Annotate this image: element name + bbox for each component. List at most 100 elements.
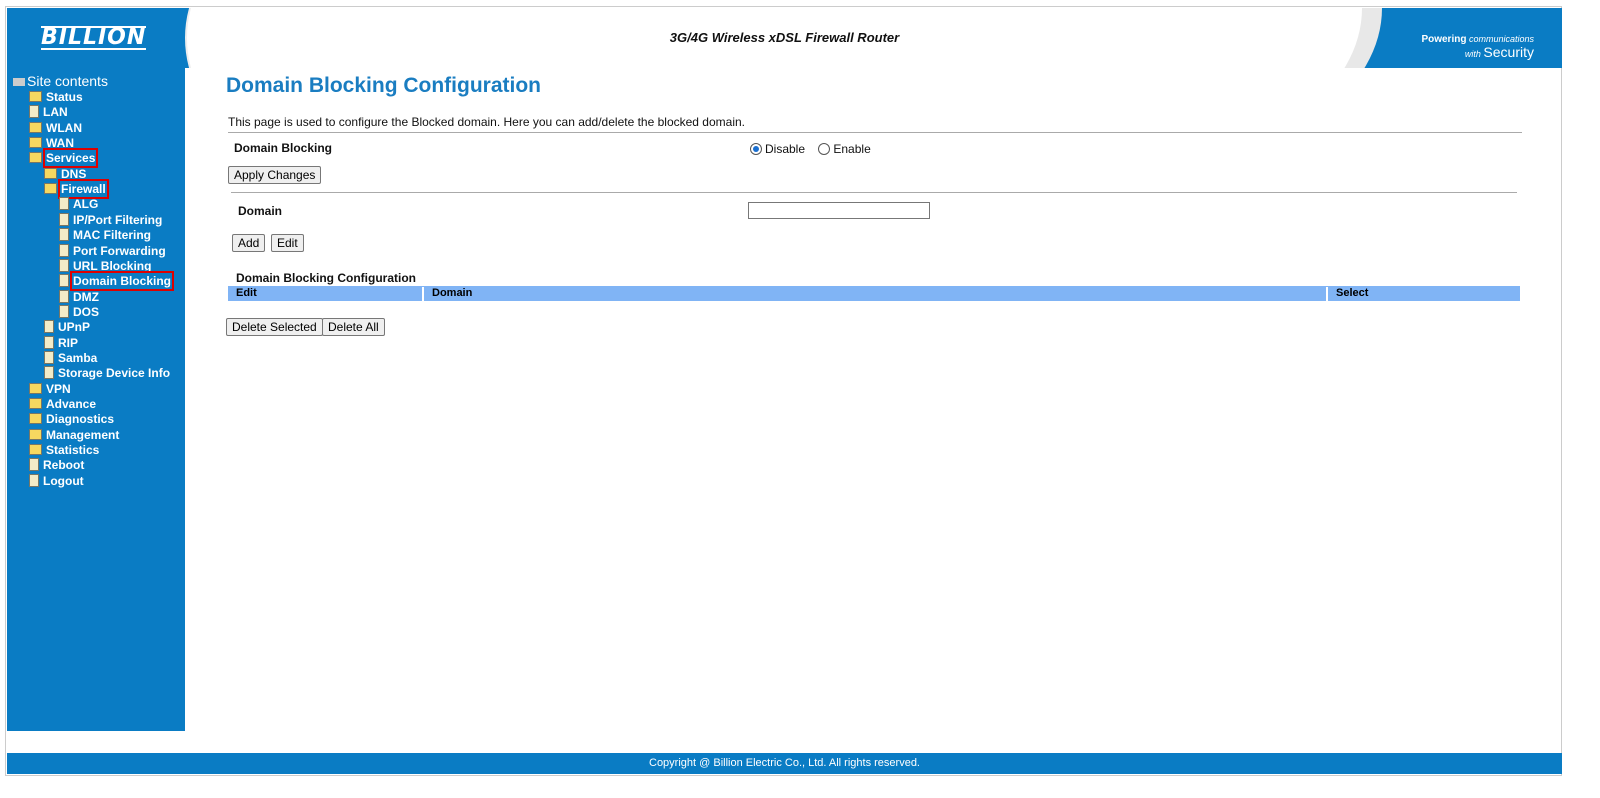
enable-radio[interactable]: Enable — [818, 142, 871, 156]
table-header: Edit Domain Select — [228, 286, 1520, 301]
sidebar-item-label: WLAN — [46, 120, 82, 135]
page-icon — [59, 228, 69, 242]
folder-icon — [29, 91, 42, 102]
page-icon — [44, 366, 54, 380]
sidebar-item-diagnostics[interactable]: Diagnostics — [29, 412, 114, 427]
sidebar-item-rip[interactable]: RIP — [44, 335, 79, 351]
sidebar-item-statistics[interactable]: Statistics — [29, 443, 99, 458]
folder-icon — [29, 137, 42, 149]
page-title: Domain Blocking Configuration — [226, 74, 541, 97]
sidebar-item-label: Diagnostics — [46, 412, 115, 427]
folder-icon — [29, 413, 42, 425]
site-contents-icon — [13, 78, 25, 86]
page-icon — [59, 258, 69, 272]
folder-icon — [44, 183, 57, 195]
sidebar-item-dos[interactable]: DOS — [59, 304, 100, 320]
page-icon — [59, 243, 69, 257]
page-icon — [59, 304, 69, 318]
sidebar-item-samba[interactable]: Samba — [44, 350, 98, 366]
header-banner-right: Powering communications with Security — [1262, 8, 1562, 68]
sidebar-item-mac-filtering[interactable]: MAC Filtering — [59, 228, 151, 243]
folder-icon — [29, 444, 42, 456]
page-icon — [29, 473, 39, 487]
sidebar-item-firewall[interactable]: Firewall — [44, 179, 109, 200]
apply-changes-button[interactable]: Apply Changes — [228, 166, 322, 184]
sidebar-item-alg[interactable]: ALG — [59, 197, 98, 212]
sidebar-item-label: Advance — [46, 397, 97, 411]
sidebar-item-label: Samba — [58, 350, 98, 365]
divider — [228, 132, 1522, 133]
domain-input[interactable] — [748, 202, 930, 219]
delete-all-button[interactable]: Delete All — [322, 318, 385, 336]
sidebar-item-label: VPN — [46, 381, 71, 396]
folder-icon — [29, 398, 42, 409]
sidebar-item-label: URL Blocking — [73, 258, 152, 273]
header: BILLION 3G/4G Wireless xDSL Firewall Rou… — [7, 8, 1562, 68]
column-domain: Domain — [422, 287, 1326, 301]
sidebar-item-wlan[interactable]: WLAN — [29, 121, 82, 136]
sidebar-item-port-forwarding[interactable]: Port Forwarding — [59, 243, 166, 259]
sidebar-item-dns[interactable]: DNS — [44, 167, 86, 182]
sidebar-item-label: Services — [42, 148, 99, 169]
page-description: This page is used to configure the Block… — [228, 115, 745, 129]
domain-blocking-label: Domain Blocking — [234, 141, 333, 155]
sidebar-item-label: Domain Blocking — [69, 271, 175, 292]
sidebar-item-label: Reboot — [43, 458, 85, 473]
sidebar-item-vpn[interactable]: VPN — [29, 382, 71, 397]
sidebar-item-label: DOS — [73, 304, 100, 319]
sidebar-item-status[interactable]: Status — [29, 90, 83, 105]
folder-icon — [29, 121, 42, 133]
sidebar-item-lan[interactable]: LAN — [29, 105, 68, 120]
sidebar-item-label: UPnP — [58, 320, 91, 335]
domain-label: Domain — [238, 204, 283, 218]
sidebar-item-management[interactable]: Management — [29, 428, 119, 443]
sidebar-item-reboot[interactable]: Reboot — [29, 458, 84, 473]
page-icon — [59, 212, 69, 226]
sidebar-item-label: Firewall — [58, 179, 109, 200]
sidebar-item-dmz[interactable]: DMZ — [59, 289, 99, 305]
blocking-radio-group: Disable Enable — [750, 142, 871, 156]
sidebar-item-advance[interactable]: Advance — [29, 397, 96, 412]
site-contents-root: Site contents — [13, 74, 108, 89]
page-icon — [44, 335, 54, 349]
sidebar-item-domain-blocking[interactable]: Domain Blocking — [59, 271, 175, 292]
sidebar-item-storage-device-info[interactable]: Storage Device Info — [44, 366, 170, 381]
page-icon — [29, 105, 39, 119]
sidebar-item-label: Management — [46, 427, 120, 442]
sidebar-item-label: Statistics — [46, 443, 100, 458]
table-title: Domain Blocking Configuration — [236, 271, 416, 285]
page-icon — [44, 350, 54, 364]
page-icon — [59, 274, 69, 288]
sidebar-item-label: IP/Port Filtering — [73, 212, 163, 227]
column-select: Select — [1326, 287, 1520, 301]
sidebar-item-label: DMZ — [73, 289, 99, 304]
folder-icon — [29, 152, 42, 164]
sidebar-item-label: WAN — [46, 136, 74, 151]
sidebar-item-label: Port Forwarding — [73, 243, 166, 258]
sidebar-item-upnp[interactable]: UPnP — [44, 320, 90, 335]
sidebar-item-label: MAC Filtering — [73, 228, 151, 243]
sidebar-item-ip-port-filtering[interactable]: IP/Port Filtering — [59, 212, 163, 228]
page-icon — [59, 197, 69, 211]
sidebar: Site contents Status LAN WLAN WAN Services DN… — [7, 68, 185, 731]
sidebar-item-wan[interactable]: WAN — [29, 136, 74, 151]
edit-button[interactable]: Edit — [271, 234, 304, 252]
sidebar-item-services[interactable]: Services — [29, 148, 99, 169]
column-edit: Edit — [236, 287, 257, 299]
disable-radio[interactable]: Disable — [750, 142, 805, 156]
sidebar-item-logout[interactable]: Logout — [29, 473, 84, 489]
sidebar-item-label: DNS — [61, 166, 87, 181]
sidebar-item-url-blocking[interactable]: URL Blocking — [59, 258, 152, 274]
page-icon — [44, 320, 54, 334]
delete-selected-button[interactable]: Delete Selected — [226, 318, 323, 336]
slogan: Powering communications with Security — [1421, 34, 1534, 60]
sidebar-item-label: RIP — [58, 335, 79, 350]
folder-icon — [44, 167, 57, 179]
folder-icon — [29, 382, 42, 394]
divider — [231, 192, 1517, 193]
sidebar-item-label: Status — [46, 90, 83, 104]
add-button[interactable]: Add — [232, 234, 266, 252]
page-icon — [59, 289, 69, 303]
sidebar-item-label: LAN — [43, 105, 68, 120]
page-icon — [29, 458, 39, 472]
